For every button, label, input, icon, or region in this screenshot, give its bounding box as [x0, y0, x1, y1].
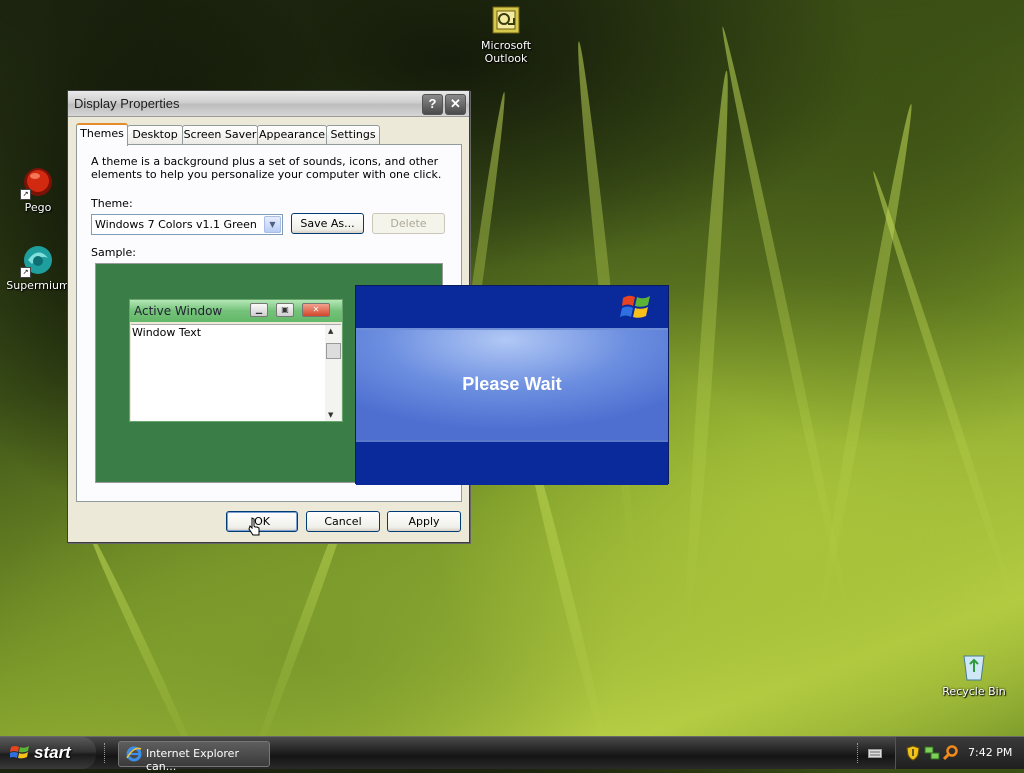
taskbar-item-internet-explorer[interactable]: Internet Explorer can...	[118, 741, 270, 773]
scroll-up-icon: ▲	[328, 327, 334, 335]
windows-logo-icon	[10, 746, 29, 759]
desktop-icon-pego[interactable]: ↗ Pego	[0, 166, 76, 214]
wallpaper-grass	[814, 102, 918, 618]
taskbar-item-label: Internet Explorer can...	[146, 747, 239, 773]
theme-select[interactable]: Windows 7 Colors v1.1 Green ▼	[91, 214, 283, 235]
close-icon: ✕	[302, 303, 330, 317]
delete-button[interactable]: Delete	[372, 213, 445, 234]
preview-window-text: Window Text	[132, 326, 202, 339]
chevron-down-icon[interactable]: ▼	[264, 216, 281, 233]
desktop-icon-label: Outlook	[484, 52, 528, 65]
windows-logo-icon	[620, 295, 650, 318]
shortcut-arrow-icon: ↗	[20, 267, 31, 278]
desktop-icon-outlook[interactable]: Microsoft Outlook	[468, 4, 544, 65]
preview-scrollbar: ▲ ▼	[325, 325, 341, 421]
wallpaper-grass	[85, 530, 204, 770]
mouse-cursor-icon	[248, 517, 260, 536]
please-wait-bottom-band	[356, 440, 668, 485]
preview-active-window: Active Window ▁ ▣ ✕ Window Text ▲ ▼	[129, 299, 343, 422]
theme-select-value: Windows 7 Colors v1.1 Green	[95, 218, 257, 231]
theme-label: Theme:	[91, 197, 133, 210]
search-icon[interactable]	[943, 745, 959, 761]
scroll-down-icon: ▼	[328, 411, 334, 419]
sample-label: Sample:	[91, 246, 136, 259]
network-icon[interactable]	[924, 745, 940, 761]
start-label: start	[34, 743, 71, 762]
desktop-icon-label: Recycle Bin	[942, 685, 1006, 698]
dialog-title: Display Properties	[74, 96, 180, 111]
outlook-icon	[490, 4, 522, 36]
security-shield-icon[interactable]	[906, 745, 920, 761]
close-button[interactable]: ✕	[445, 94, 466, 115]
wallpaper-grass	[869, 169, 1020, 611]
please-wait-message: Please Wait	[462, 374, 562, 394]
tab-themes[interactable]: Themes	[76, 123, 128, 146]
desktop-icon-label: Microsoft	[480, 39, 532, 52]
please-wait-dialog: Please Wait	[355, 285, 669, 485]
pego-icon: ↗	[20, 166, 54, 200]
please-wait-top-band	[356, 286, 668, 330]
preview-window-title: Active Window	[134, 304, 223, 318]
internet-explorer-icon	[126, 746, 142, 762]
tab-desktop[interactable]: Desktop	[127, 125, 183, 144]
desktop-icon-label: Pego	[24, 201, 52, 214]
supermium-icon: ↗	[20, 244, 54, 278]
preview-titlebar: Active Window ▁ ▣ ✕	[130, 300, 342, 322]
taskbar-grip[interactable]	[857, 743, 861, 763]
desktop-icon-recycle-bin[interactable]: Recycle Bin	[936, 650, 1012, 698]
help-button[interactable]: ?	[422, 94, 443, 115]
taskbar-clock[interactable]: 7:42 PM	[968, 746, 1012, 759]
wallpaper-grass	[680, 70, 734, 630]
theme-description: A theme is a background plus a set of so…	[91, 155, 442, 181]
maximize-icon: ▣	[276, 303, 294, 317]
minimize-icon: ▁	[250, 303, 268, 317]
desktop-icon-supermium[interactable]: ↗ Supermium	[0, 244, 76, 292]
recycle-bin-icon	[958, 650, 990, 682]
scroll-thumb	[326, 343, 341, 359]
dialog-titlebar[interactable]: Display Properties ? ✕	[68, 91, 469, 117]
shortcut-arrow-icon: ↗	[20, 189, 31, 200]
ok-button[interactable]: OK	[226, 511, 298, 532]
cancel-button[interactable]: Cancel	[306, 511, 380, 532]
start-button[interactable]: start	[0, 737, 96, 769]
taskbar: start Internet Explorer can... 7:42 PM	[0, 736, 1024, 773]
tab-appearance[interactable]: Appearance	[257, 125, 327, 144]
tab-settings[interactable]: Settings	[326, 125, 380, 144]
keyboard-icon[interactable]	[868, 747, 882, 759]
desktop-icon-label: Supermium	[6, 279, 70, 292]
save-as-button[interactable]: Save As...	[291, 213, 364, 234]
apply-button[interactable]: Apply	[387, 511, 461, 532]
tab-screen-saver[interactable]: Screen Saver	[182, 125, 258, 144]
preview-window-body: Window Text ▲ ▼	[131, 324, 341, 421]
taskbar-grip[interactable]	[104, 743, 108, 763]
